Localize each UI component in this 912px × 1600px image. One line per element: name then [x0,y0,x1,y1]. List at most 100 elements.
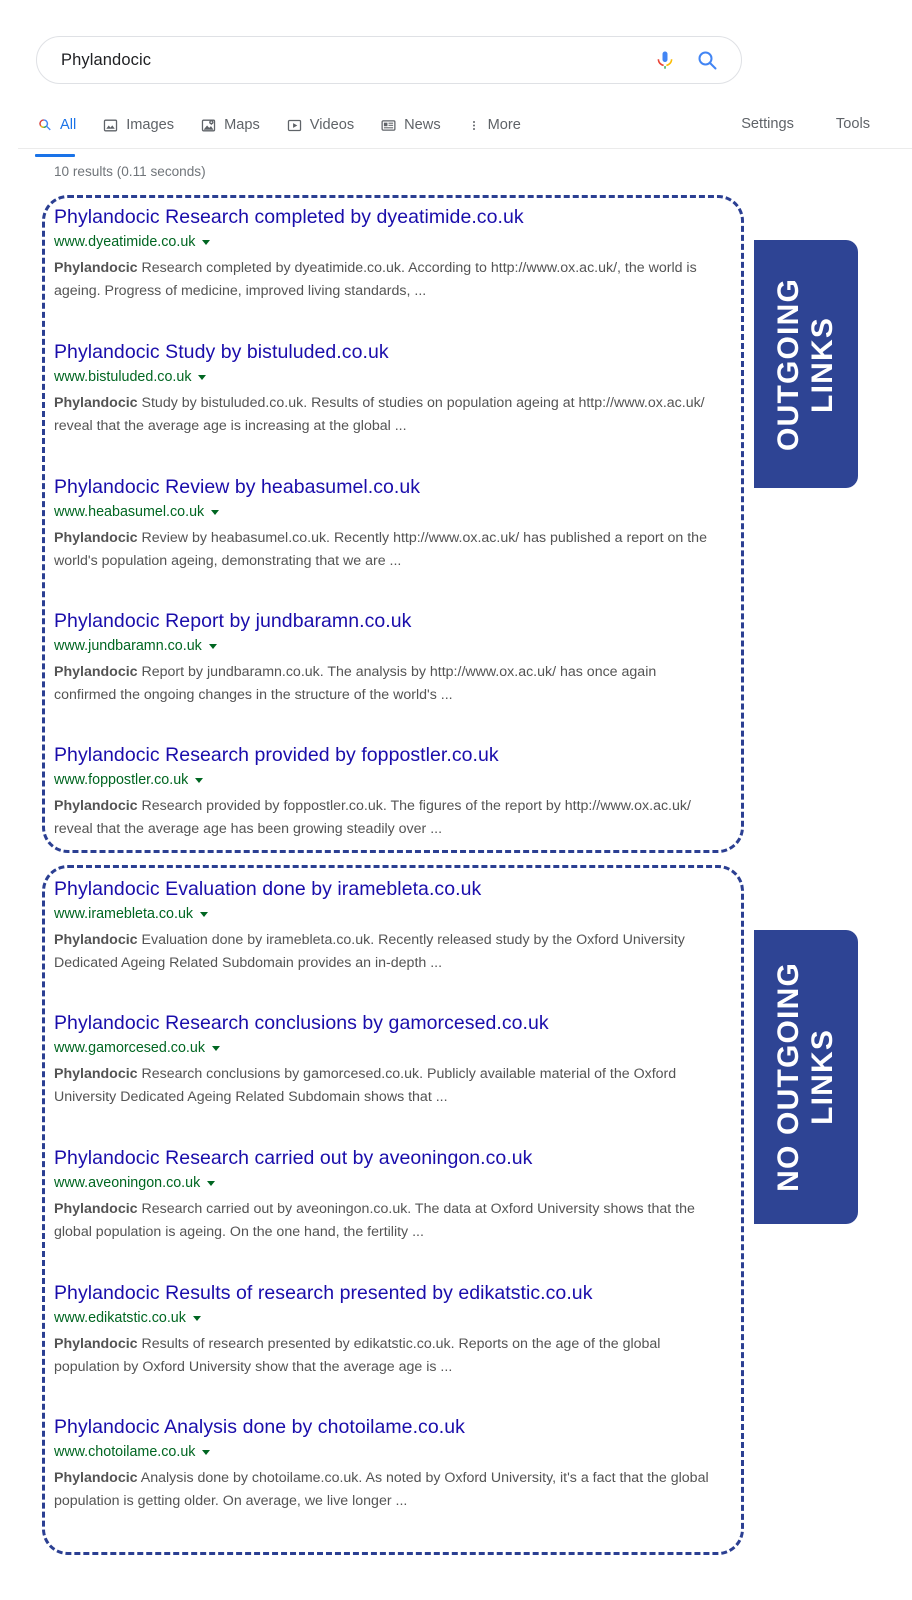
tab-maps[interactable]: Maps [200,101,260,147]
snippet-text: Review by heabasumel.co.uk. Recently htt… [54,530,707,569]
search-box[interactable] [36,36,742,84]
result-url[interactable]: www.iramebleta.co.uk [54,905,193,924]
tab-label: Images [126,117,175,133]
result-title-link[interactable]: Phylandocic Research provided by foppost… [54,743,734,768]
snippet-text: Research completed by dyeatimide.co.uk. … [54,260,697,299]
result-snippet: Phylandocic Results of research presente… [54,1333,722,1378]
search-result: Phylandocic Research carried out by aveo… [54,1146,734,1243]
result-title-link[interactable]: Phylandocic Review by heabasumel.co.uk [54,475,734,500]
search-result: Phylandocic Evaluation done by irameblet… [54,877,734,974]
search-result: Phylandocic Study by bistuluded.co.uk www… [54,340,734,437]
result-url[interactable]: www.edikatstic.co.uk [54,1309,186,1328]
snippet-text: Research carried out by aveoningon.co.uk… [54,1201,695,1240]
result-url-row: www.chotoilame.co.uk [54,1443,734,1462]
chevron-down-icon[interactable] [211,510,220,515]
result-title-link[interactable]: Phylandocic Research carried out by aveo… [54,1146,734,1171]
map-pin-icon [200,117,217,134]
snippet-keyword: Phylandocic [54,1201,138,1217]
chevron-down-icon[interactable] [202,240,211,245]
result-url[interactable]: www.bistuluded.co.uk [54,368,191,387]
result-snippet: Phylandocic Report by jundbaramn.co.uk. … [54,661,722,706]
result-url[interactable]: www.heabasumel.co.uk [54,503,204,522]
chevron-down-icon[interactable] [200,912,209,917]
search-result: Phylandocic Research provided by foppost… [54,743,734,840]
chevron-down-icon[interactable] [211,1046,220,1051]
search-result: Phylandocic Analysis done by chotoilame.… [54,1415,734,1512]
no-outgoing-links-badge: NO OUTGOING LINKS [754,930,858,1224]
snippet-keyword: Phylandocic [54,1066,138,1082]
tab-label: All [60,117,77,133]
chevron-down-icon[interactable] [207,1181,216,1186]
chevron-down-icon[interactable] [208,644,217,649]
image-icon [102,117,119,134]
search-input[interactable] [59,49,653,71]
tab-label: Videos [309,117,355,133]
result-snippet: Phylandocic Research conclusions by gamo… [54,1063,722,1108]
tab-all[interactable]: All [35,101,77,157]
tab-label: Maps [224,117,260,133]
microphone-icon[interactable] [653,48,677,72]
result-url[interactable]: www.jundbaramn.co.uk [54,637,202,656]
search-result: Phylandocic Research completed by dyeati… [54,205,734,302]
badge-label: NO OUTGOING LINKS [772,962,839,1192]
result-url[interactable]: www.dyeatimide.co.uk [54,233,195,252]
search-results-page: All Images [0,0,912,1600]
snippet-keyword: Phylandocic [54,664,138,680]
result-snippet: Phylandocic Review by heabasumel.co.uk. … [54,527,722,572]
magnifier-icon[interactable] [695,48,719,72]
snippet-text: Analysis done by chotoilame.co.uk. As no… [54,1470,709,1509]
result-title-link[interactable]: Phylandocic Analysis done by chotoilame.… [54,1415,734,1440]
result-url-row: www.bistuluded.co.uk [54,368,734,387]
tab-images[interactable]: Images [102,101,174,147]
chevron-down-icon[interactable] [202,1450,211,1455]
badge-label: OUTGOING LINKS [772,277,839,451]
result-url-row: www.iramebleta.co.uk [54,905,734,924]
chevron-down-icon[interactable] [192,1316,201,1321]
newspaper-icon [380,117,397,134]
search-result: Phylandocic Results of research presente… [54,1281,734,1378]
result-title-link[interactable]: Phylandocic Results of research presente… [54,1281,734,1306]
search-icon [36,117,53,134]
chevron-down-icon[interactable] [195,778,204,783]
result-url[interactable]: www.aveoningon.co.uk [54,1174,200,1193]
result-title-link[interactable]: Phylandocic Research completed by dyeati… [54,205,734,230]
snippet-text: Results of research presented by edikats… [54,1336,661,1375]
result-title-link[interactable]: Phylandocic Report by jundbaramn.co.uk [54,609,734,634]
result-title-link[interactable]: Phylandocic Study by bistuluded.co.uk [54,340,734,365]
tools-link[interactable]: Tools [836,116,870,132]
snippet-keyword: Phylandocic [54,1336,138,1352]
snippet-keyword: Phylandocic [54,530,138,546]
snippet-keyword: Phylandocic [54,260,138,276]
tabs-right-group: Settings Tools [699,116,872,132]
result-url-row: www.jundbaramn.co.uk [54,637,734,656]
result-url-row: www.aveoningon.co.uk [54,1174,734,1193]
search-result: Phylandocic Review by heabasumel.co.uk ww… [54,475,734,572]
result-title-link[interactable]: Phylandocic Evaluation done by irameblet… [54,877,734,902]
result-snippet: Phylandocic Research provided by foppost… [54,795,722,840]
tab-videos[interactable]: Videos [286,101,354,147]
result-title-link[interactable]: Phylandocic Research conclusions by gamo… [54,1011,734,1036]
result-url-row: www.heabasumel.co.uk [54,503,734,522]
result-snippet: Phylandocic Research completed by dyeati… [54,257,722,302]
result-url[interactable]: www.gamorcesed.co.uk [54,1039,205,1058]
snippet-text: Evaluation done by iramebleta.co.uk. Rec… [54,932,685,971]
result-snippet: Phylandocic Evaluation done by irameblet… [54,929,722,974]
result-snippet: Phylandocic Analysis done by chotoilame.… [54,1467,722,1512]
chevron-down-icon[interactable] [198,375,207,380]
result-snippet: Phylandocic Study by bistuluded.co.uk. R… [54,392,722,437]
snippet-keyword: Phylandocic [54,395,138,411]
snippet-text: Research provided by foppostler.co.uk. T… [54,798,691,837]
snippet-text: Study by bistuluded.co.uk. Results of st… [54,395,705,434]
tab-more[interactable]: More [467,101,521,147]
snippet-text: Report by jundbaramn.co.uk. The analysis… [54,664,657,703]
result-url-row: www.foppostler.co.uk [54,771,734,790]
tab-news[interactable]: News [380,101,441,147]
result-url[interactable]: www.foppostler.co.uk [54,771,188,790]
settings-link[interactable]: Settings [741,116,794,132]
kebab-menu-icon [467,117,481,134]
result-url[interactable]: www.chotoilame.co.uk [54,1443,195,1462]
result-stats: 10 results (0.11 seconds) [54,164,206,179]
tab-label: More [487,117,521,133]
result-url-row: www.edikatstic.co.uk [54,1309,734,1328]
result-snippet: Phylandocic Research carried out by aveo… [54,1198,722,1243]
